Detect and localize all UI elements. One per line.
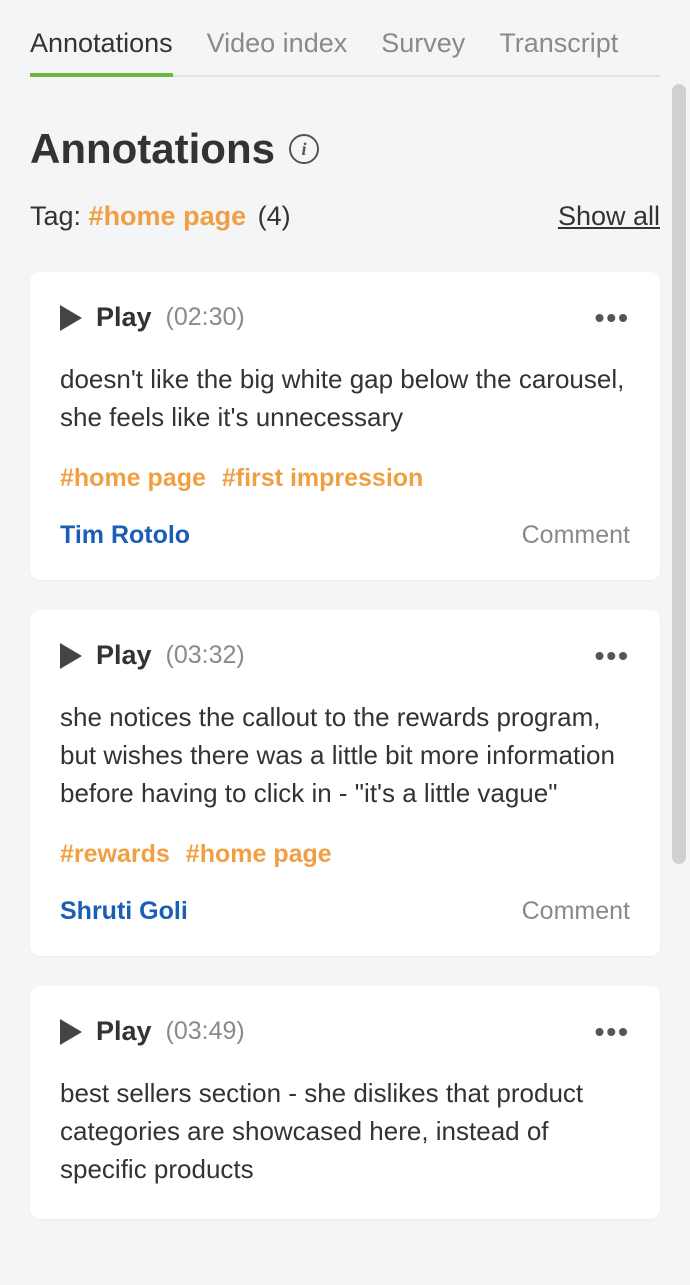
more-icon[interactable]: •••	[595, 304, 630, 332]
filter-prefix: Tag:	[30, 201, 89, 231]
annotation-card: Play (03:49) ••• best sellers section - …	[30, 986, 660, 1218]
play-label: Play	[96, 302, 152, 333]
annotation-body: doesn't like the big white gap below the…	[60, 361, 630, 436]
annotation-body: best sellers section - she dislikes that…	[60, 1075, 630, 1188]
timestamp: (03:49)	[166, 1017, 245, 1046]
play-icon	[60, 1019, 82, 1045]
annotation-body: she notices the callout to the rewards p…	[60, 699, 630, 812]
tab-transcript[interactable]: Transcript	[499, 28, 618, 75]
play-icon	[60, 643, 82, 669]
tab-video-index[interactable]: Video index	[207, 28, 348, 75]
info-icon[interactable]: i	[289, 134, 319, 164]
comment-link[interactable]: Comment	[522, 897, 630, 926]
timestamp: (02:30)	[166, 303, 245, 332]
page-title: Annotations	[30, 125, 275, 173]
play-button[interactable]: Play (02:30)	[60, 302, 245, 333]
play-button[interactable]: Play (03:32)	[60, 640, 245, 671]
annotation-list: Play (02:30) ••• doesn't like the big wh…	[30, 272, 660, 1219]
tabs: Annotations Video index Survey Transcrip…	[30, 0, 660, 77]
play-label: Play	[96, 640, 152, 671]
tag-link[interactable]: #first impression	[222, 464, 423, 493]
more-icon[interactable]: •••	[595, 1018, 630, 1046]
author-link[interactable]: Tim Rotolo	[60, 521, 190, 550]
tag-link[interactable]: #home page	[186, 840, 332, 869]
show-all-link[interactable]: Show all	[558, 201, 660, 232]
annotation-card: Play (02:30) ••• doesn't like the big wh…	[30, 272, 660, 580]
tab-annotations[interactable]: Annotations	[30, 28, 173, 75]
more-icon[interactable]: •••	[595, 642, 630, 670]
tag-link[interactable]: #home page	[60, 464, 206, 493]
filter-tag[interactable]: #home page	[89, 201, 247, 231]
play-label: Play	[96, 1016, 152, 1047]
page-header: Annotations i	[30, 125, 660, 173]
author-link[interactable]: Shruti Goli	[60, 897, 188, 926]
annotation-tags: #home page #first impression	[60, 464, 630, 493]
tab-survey[interactable]: Survey	[381, 28, 465, 75]
play-icon	[60, 305, 82, 331]
annotation-card: Play (03:32) ••• she notices the callout…	[30, 610, 660, 956]
comment-link[interactable]: Comment	[522, 521, 630, 550]
play-button[interactable]: Play (03:49)	[60, 1016, 245, 1047]
filter-row: Tag: #home page (4) Show all	[30, 201, 660, 232]
annotation-tags: #rewards #home page	[60, 840, 630, 869]
filter-count: (4)	[258, 201, 291, 231]
tag-link[interactable]: #rewards	[60, 840, 170, 869]
timestamp: (03:32)	[166, 641, 245, 670]
scrollbar[interactable]	[672, 84, 686, 864]
